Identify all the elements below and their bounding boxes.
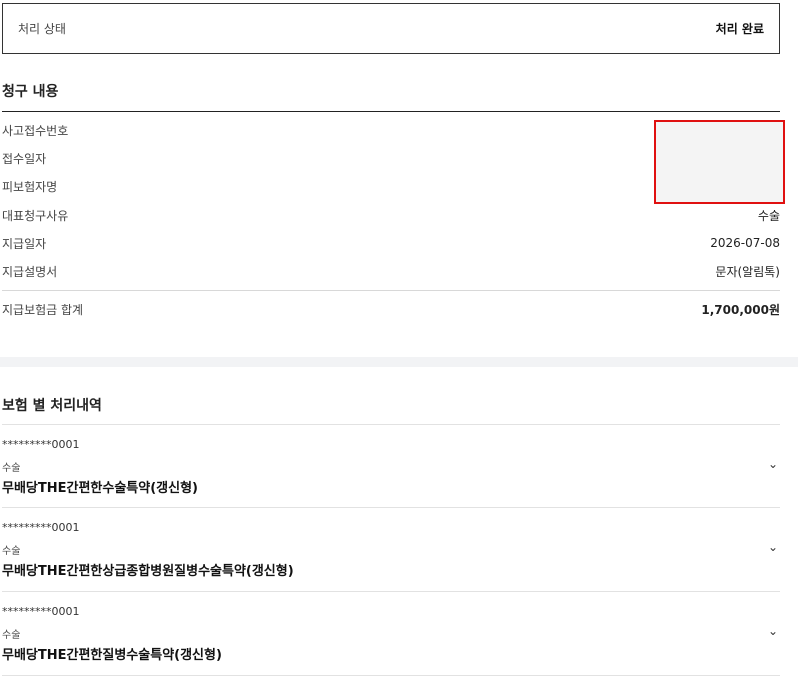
total-amount: 1,700,000원 — [701, 302, 780, 317]
insurance-item[interactable]: *********0001 수술 무배당THE간편한상급종합병원질병수술특약(갱… — [2, 507, 780, 591]
masked-info-highlight — [654, 120, 785, 204]
insurance-product-name: 무배당THE간편한수술특약(갱신형) — [2, 481, 198, 496]
status-label: 처리 상태 — [18, 22, 66, 36]
claim-title-divider — [2, 111, 780, 112]
insurance-product-name: 무배당THE간편한상급종합병원질병수술특약(갱신형) — [2, 564, 294, 579]
chevron-down-icon[interactable]: ⌄ — [768, 624, 778, 638]
status-box: 처리 상태 처리 완료 — [2, 3, 780, 54]
insurance-item[interactable]: *********0001 수술 무배당THE간편한질병수술특약(갱신형) ⌄ — [2, 591, 780, 675]
claim-row-payment-date: 지급일자 2026-07-08 — [2, 233, 780, 253]
claim-row-reason: 대표청구사유 수술 — [2, 205, 780, 225]
status-value: 처리 완료 — [715, 22, 764, 36]
insurance-account-number: *********0001 — [2, 521, 80, 534]
section-separator-band — [0, 357, 798, 367]
chevron-down-icon[interactable]: ⌄ — [768, 457, 778, 471]
insurance-account-number: *********0001 — [2, 605, 80, 618]
chevron-down-icon[interactable]: ⌄ — [768, 540, 778, 554]
claim-total-row: 지급보험금 합계 1,700,000원 — [2, 299, 780, 319]
insurance-claim-type: 수술 — [2, 463, 21, 474]
total-divider — [2, 290, 780, 291]
insurance-claim-type: 수술 — [2, 546, 21, 557]
insurance-claim-type: 수술 — [2, 630, 21, 641]
claim-row-value: 2026-07-08 — [710, 236, 780, 250]
list-bottom-divider — [2, 675, 780, 676]
insurance-item[interactable]: *********0001 수술 무배당THE간편한수술특약(갱신형) ⌄ — [2, 424, 780, 508]
insurance-section-title: 보험 별 처리내역 — [2, 398, 102, 414]
claim-row-label: 대표청구사유 — [2, 208, 69, 223]
insurance-product-name: 무배당THE간편한질병수술특약(갱신형) — [2, 648, 222, 663]
claim-row-value: 문자(알림톡) — [715, 264, 780, 279]
claim-row-value: 수술 — [757, 208, 780, 223]
claim-row-statement: 지급설명서 문자(알림톡) — [2, 261, 780, 281]
claim-row-label: 피보험자명 — [2, 179, 58, 194]
claim-row-label: 사고접수번호 — [2, 123, 69, 138]
insurance-account-number: *********0001 — [2, 438, 80, 451]
claim-section-title: 청구 내용 — [2, 84, 59, 100]
total-label: 지급보험금 합계 — [2, 302, 84, 317]
claim-row-label: 지급일자 — [2, 236, 47, 251]
claim-row-label: 접수일자 — [2, 151, 47, 166]
claim-row-label: 지급설명서 — [2, 264, 58, 279]
